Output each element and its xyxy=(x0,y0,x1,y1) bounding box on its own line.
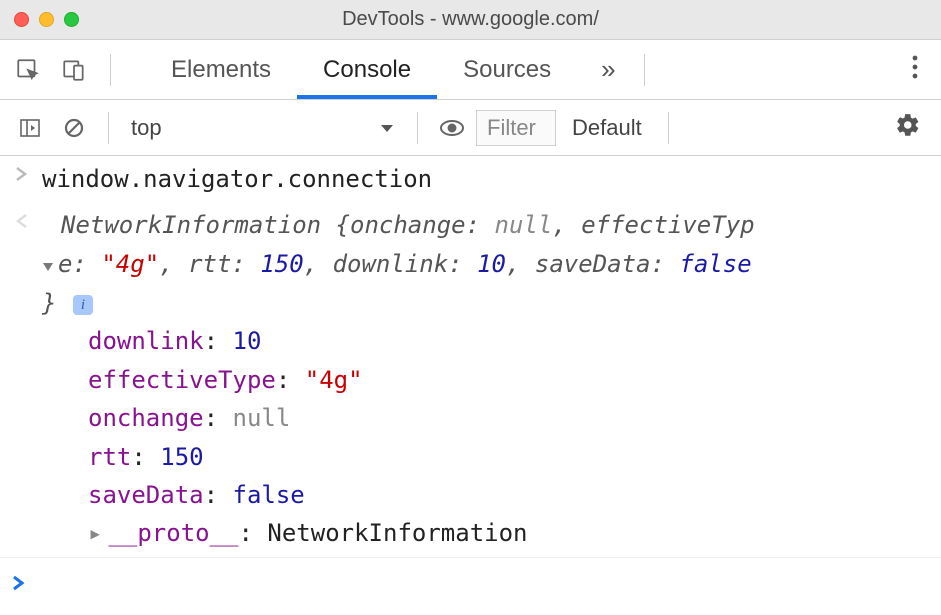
live-expression-icon[interactable] xyxy=(432,108,472,148)
more-tabs-button[interactable]: » xyxy=(583,54,633,85)
clear-console-icon[interactable] xyxy=(54,108,94,148)
filter-input[interactable]: Filter xyxy=(476,110,556,146)
disclosure-triangle-open-icon[interactable] xyxy=(42,246,54,284)
window-title: DevTools - www.google.com/ xyxy=(0,8,941,31)
object-summary[interactable]: NetworkInformation {onchange: null, effe… xyxy=(42,206,931,322)
output-caret-icon xyxy=(6,206,38,230)
property-row[interactable]: rtt: 150 xyxy=(88,438,931,476)
tab-sources[interactable]: Sources xyxy=(437,40,577,99)
property-row[interactable]: onchange: null xyxy=(88,399,931,437)
tab-console[interactable]: Console xyxy=(297,40,437,99)
disclosure-triangle-closed-icon[interactable]: ▸ xyxy=(88,519,102,547)
console-toolbar: top Filter Default xyxy=(0,100,941,156)
main-tab-bar: Elements Console Sources » xyxy=(0,40,941,100)
property-row[interactable]: effectiveType: "4g" xyxy=(88,361,931,399)
tab-elements[interactable]: Elements xyxy=(145,40,297,99)
toggle-sidebar-icon[interactable] xyxy=(10,108,50,148)
inspect-element-icon[interactable] xyxy=(8,50,48,90)
console-output: window.navigator.connection NetworkInfor… xyxy=(0,156,941,615)
console-result[interactable]: NetworkInformation {onchange: null, effe… xyxy=(0,202,941,557)
object-properties: downlink: 10effectiveType: "4g"onchange:… xyxy=(42,322,931,552)
context-label: top xyxy=(131,115,162,141)
log-level-selector[interactable]: Default xyxy=(560,115,654,141)
input-expression: window.navigator.connection xyxy=(38,160,931,198)
settings-menu-button[interactable] xyxy=(911,53,933,86)
property-row[interactable]: saveData: false xyxy=(88,476,931,514)
console-input[interactable] xyxy=(32,569,931,596)
close-window-button[interactable] xyxy=(14,12,29,27)
proto-row[interactable]: ▸__proto__: NetworkInformation xyxy=(88,514,931,552)
input-caret-icon xyxy=(6,160,38,182)
console-prompt[interactable] xyxy=(0,558,941,608)
info-badge-icon[interactable]: i xyxy=(73,295,93,315)
console-input-echo: window.navigator.connection xyxy=(0,156,941,202)
property-row[interactable]: downlink: 10 xyxy=(88,322,931,360)
title-bar: DevTools - www.google.com/ xyxy=(0,0,941,40)
maximize-window-button[interactable] xyxy=(64,12,79,27)
panel-tabs: Elements Console Sources xyxy=(145,40,577,99)
prompt-caret-icon xyxy=(10,564,32,602)
console-settings-icon[interactable] xyxy=(895,112,931,144)
minimize-window-button[interactable] xyxy=(39,12,54,27)
chevron-down-icon xyxy=(379,115,395,141)
device-toolbar-icon[interactable] xyxy=(54,50,94,90)
execution-context-selector[interactable]: top xyxy=(123,113,403,143)
